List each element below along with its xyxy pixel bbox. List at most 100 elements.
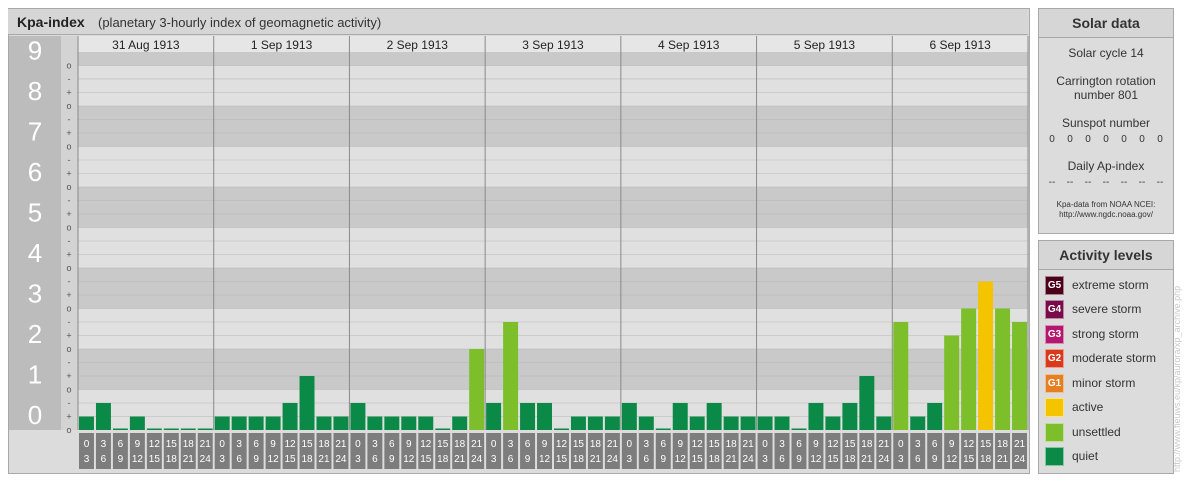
interval-start-label: 6: [253, 439, 259, 450]
interval-end-label: 24: [335, 454, 347, 465]
kp-bar: [95, 402, 111, 430]
interval-start-label: 3: [101, 439, 107, 450]
interval-start-label: 6: [389, 439, 395, 450]
kp-bar: [1012, 321, 1027, 430]
interval-end-label: 18: [980, 454, 992, 465]
interval-end-label: 18: [301, 454, 313, 465]
interval-start-label: 12: [827, 439, 839, 450]
kp-bar: [842, 402, 858, 430]
day-label: 5 Sep 1913: [794, 38, 856, 52]
interval-end-label: 12: [810, 454, 822, 465]
y-minor-mark: +: [66, 330, 71, 340]
interval-end-label: 12: [946, 454, 958, 465]
kp-band: [78, 348, 1028, 390]
interval-start-label: 15: [573, 439, 585, 450]
interval-end-label: 9: [932, 454, 938, 465]
interval-end-label: 15: [420, 454, 432, 465]
kp-bar: [333, 416, 349, 430]
kp-bar: [723, 416, 739, 430]
kp-band: [78, 52, 1028, 66]
interval-end-label: 18: [166, 454, 178, 465]
interval-start-label: 0: [491, 439, 497, 450]
interval-end-label: 21: [454, 454, 466, 465]
interval-start-label: 6: [118, 439, 124, 450]
interval-end-label: 9: [253, 454, 259, 465]
interval-end-label: 21: [183, 454, 195, 465]
legend-swatch-g2: G2: [1045, 348, 1064, 368]
interval-end-label: 24: [1014, 454, 1026, 465]
interval-end-label: 12: [132, 454, 144, 465]
kp-bar: [231, 416, 247, 430]
legend-swatch-g3: G3: [1045, 324, 1064, 344]
kp-bar: [927, 402, 943, 430]
y-minor-mark: +: [66, 290, 71, 300]
interval-end-label: 24: [743, 454, 755, 465]
kp-bar: [910, 416, 926, 430]
y-tick-label: 9: [28, 35, 42, 65]
y-minor-mark: o: [66, 344, 71, 354]
interval-start-label: 21: [335, 439, 347, 450]
interval-start-label: 6: [796, 439, 802, 450]
legend-label: quiet: [1072, 449, 1099, 463]
legend-swatch-quiet: [1045, 446, 1064, 466]
interval-end-label: 9: [525, 454, 531, 465]
y-tick-label: 8: [28, 76, 42, 106]
interval-end-label: 3: [355, 454, 361, 465]
interval-end-label: 15: [692, 454, 704, 465]
ap-value: --: [1048, 177, 1056, 188]
interval-end-label: 21: [861, 454, 873, 465]
ap-value: --: [1066, 177, 1074, 188]
y-minor-mark: +: [66, 411, 71, 421]
interval-start-label: 21: [471, 439, 483, 450]
interval-end-label: 15: [149, 454, 161, 465]
source-link[interactable]: http://www.ngdc.noaa.gov/: [1039, 210, 1173, 220]
interval-start-label: 12: [692, 439, 704, 450]
kp-bar: [214, 416, 230, 430]
y-minor-mark: +: [66, 128, 71, 138]
legend-label: minor storm: [1072, 376, 1136, 390]
day-label: 3 Sep 1913: [522, 38, 584, 52]
interval-start-label: 9: [813, 439, 819, 450]
y-minor-mark: o: [66, 263, 71, 273]
interval-start-label: 0: [762, 439, 768, 450]
activity-levels-heading: Activity levels: [1039, 241, 1173, 270]
day-label: 31 Aug 1913: [112, 38, 180, 52]
interval-end-label: 6: [372, 454, 378, 465]
interval-end-label: 9: [660, 454, 666, 465]
interval-end-label: 3: [627, 454, 633, 465]
kp-band: [78, 105, 1028, 147]
day-label: 1 Sep 1913: [251, 38, 313, 52]
kp-bar: [740, 416, 756, 430]
ap-value: --: [1102, 177, 1110, 188]
interval-start-label: 9: [270, 439, 276, 450]
y-minor-mark: -: [68, 398, 71, 408]
y-minor-mark: -: [68, 195, 71, 205]
kp-bar: [129, 416, 145, 430]
kp-bar: [163, 428, 179, 430]
kp-bar: [469, 348, 485, 430]
interval-start-label: 9: [949, 439, 955, 450]
interval-end-label: 3: [84, 454, 90, 465]
kp-bar: [367, 416, 383, 430]
legend-label: strong storm: [1072, 327, 1139, 341]
kp-bar: [604, 416, 620, 430]
interval-end-label: 3: [491, 454, 497, 465]
interval-start-label: 12: [963, 439, 975, 450]
solar-data-heading: Solar data: [1039, 9, 1173, 38]
kp-bar: [808, 402, 824, 430]
interval-start-label: 3: [508, 439, 514, 450]
sunspot-values: 0 0 0 0 0 0 0: [1039, 134, 1173, 145]
kp-bar: [350, 402, 366, 430]
interval-end-label: 21: [997, 454, 1009, 465]
carrington-line-2: number 801: [1073, 88, 1139, 102]
ap-value: --: [1156, 177, 1164, 188]
kp-bar: [995, 308, 1011, 430]
y-minor-mark: -: [68, 155, 71, 165]
kp-bar: [146, 428, 162, 430]
interval-end-label: 18: [844, 454, 856, 465]
kp-bar: [112, 428, 128, 430]
interval-end-label: 12: [675, 454, 687, 465]
interval-end-label: 21: [590, 454, 602, 465]
kp-bar: [265, 416, 281, 430]
interval-start-label: 18: [183, 439, 195, 450]
